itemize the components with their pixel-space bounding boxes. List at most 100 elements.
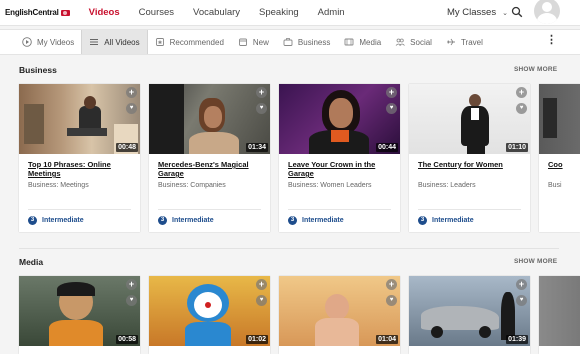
add-to-list-icon[interactable]: + <box>386 279 397 290</box>
video-category: Business: Leaders <box>418 182 476 189</box>
filter-label: Business <box>297 37 331 47</box>
video-card[interactable]: + ♥ 00:58 <box>19 276 140 354</box>
add-to-list-icon[interactable]: + <box>516 279 527 290</box>
list-icon <box>90 39 99 45</box>
add-to-list-icon[interactable]: + <box>516 87 527 98</box>
filter-label: Travel <box>460 37 483 47</box>
video-card[interactable]: + ♥ 00:48 Top 10 Phrases: Online Meeting… <box>19 84 140 232</box>
video-thumbnail[interactable]: + ♥ 01:04 <box>279 276 400 346</box>
add-to-list-icon[interactable]: + <box>386 87 397 98</box>
nav-admin[interactable]: Admin <box>318 7 345 18</box>
video-thumbnail[interactable]: + ♥ 01:10 <box>409 84 530 154</box>
filter-my-videos[interactable]: My Videos <box>15 30 81 54</box>
video-thumbnail[interactable]: + ♥ 01:34 <box>149 84 270 154</box>
level-label: Intermediate <box>302 217 344 224</box>
nav-courses[interactable]: Courses <box>139 7 174 18</box>
video-card[interactable]: + ♥ 01:10 The Century for Women Business… <box>409 84 530 232</box>
level-number: 3 <box>28 216 37 225</box>
add-to-list-icon[interactable]: + <box>126 279 137 290</box>
filter-label: Media <box>359 37 382 47</box>
nav-vocabulary[interactable]: Vocabulary <box>193 7 240 18</box>
video-thumbnail[interactable] <box>539 276 580 346</box>
level-indicator: 3 Intermediate <box>158 216 214 225</box>
people-icon <box>395 38 405 46</box>
filter-label: All Videos <box>104 37 140 47</box>
user-avatar[interactable] <box>534 0 560 24</box>
level-label: Intermediate <box>42 217 84 224</box>
video-thumbnail[interactable]: + ♥ 01:02 <box>149 276 270 346</box>
nav-speaking[interactable]: Speaking <box>259 7 299 18</box>
card-divider <box>418 209 521 210</box>
card-divider <box>158 209 261 210</box>
video-card[interactable]: + ♥ 01:02 <box>149 276 270 354</box>
logo[interactable]: EnglishCentral <box>5 8 70 17</box>
card-divider <box>288 209 391 210</box>
recommended-icon <box>155 38 164 46</box>
section-title-media: Media <box>19 257 44 267</box>
filter-label: Recommended <box>169 37 224 47</box>
media-icon <box>344 38 354 46</box>
level-label: Intermediate <box>172 217 214 224</box>
heart-icon[interactable]: ♥ <box>516 103 527 114</box>
filter-media[interactable]: Media <box>337 30 388 54</box>
duration-badge: 01:39 <box>506 335 528 344</box>
video-title-link[interactable]: Top 10 Phrases: Online Meetings <box>28 160 131 178</box>
add-to-list-icon[interactable]: + <box>256 279 267 290</box>
video-card[interactable]: + ♥ 01:04 <box>279 276 400 354</box>
video-thumbnail[interactable]: + ♥ 00:48 <box>19 84 140 154</box>
heart-icon[interactable]: ♥ <box>256 103 267 114</box>
category-filter-bar: My Videos All Videos Recommended New Bus… <box>0 29 580 55</box>
filter-travel[interactable]: Travel <box>439 30 490 54</box>
filter-recommended[interactable]: Recommended <box>148 30 231 54</box>
video-card[interactable]: + ♥ 00:44 Leave Your Crown in the Garage… <box>279 84 400 232</box>
more-options-icon[interactable]: ⋮ <box>546 34 557 46</box>
filter-business[interactable]: Business <box>276 30 337 54</box>
level-number: 3 <box>158 216 167 225</box>
show-more-media-link[interactable]: SHOW MORE <box>514 258 557 265</box>
duration-badge: 00:44 <box>376 143 398 152</box>
calendar-icon <box>238 38 247 46</box>
video-thumbnail[interactable] <box>539 84 580 154</box>
duration-badge: 00:58 <box>116 335 138 344</box>
video-title-link[interactable]: Coo <box>548 160 571 178</box>
video-card[interactable]: Coo Busi <box>539 84 580 232</box>
video-category: Business: Companies <box>158 182 226 189</box>
video-title-link[interactable]: Mercedes-Benz's Magical Garage <box>158 160 261 178</box>
section-title-business: Business <box>19 65 57 75</box>
level-number: 3 <box>288 216 297 225</box>
heart-icon[interactable]: ♥ <box>386 103 397 114</box>
add-to-list-icon[interactable]: + <box>126 87 137 98</box>
duration-badge: 00:48 <box>116 143 138 152</box>
video-thumbnail[interactable]: + ♥ 00:44 <box>279 84 400 154</box>
search-icon[interactable] <box>511 6 523 18</box>
heart-icon[interactable]: ♥ <box>126 103 137 114</box>
filter-social[interactable]: Social <box>388 30 439 54</box>
logo-mark-icon <box>60 9 70 16</box>
video-card[interactable] <box>539 276 580 354</box>
card-divider <box>28 209 131 210</box>
briefcase-icon <box>283 38 293 46</box>
heart-icon[interactable]: ♥ <box>386 295 397 306</box>
add-to-list-icon[interactable]: + <box>256 87 267 98</box>
level-indicator: 3 Intermediate <box>288 216 344 225</box>
heart-icon[interactable]: ♥ <box>126 295 137 306</box>
duration-badge: 01:04 <box>376 335 398 344</box>
video-title-link[interactable]: Leave Your Crown in the Garage <box>288 160 391 178</box>
filter-all-videos[interactable]: All Videos <box>81 30 148 54</box>
video-thumbnail[interactable]: + ♥ 00:58 <box>19 276 140 346</box>
filter-new[interactable]: New <box>231 30 276 54</box>
my-classes-dropdown[interactable]: My Classes ⌄ <box>447 7 508 18</box>
nav-videos[interactable]: Videos <box>89 7 120 18</box>
logo-text: EnglishCentral <box>5 8 59 17</box>
video-thumbnail[interactable]: + ♥ 01:39 <box>409 276 530 346</box>
airplane-icon <box>446 38 455 46</box>
heart-icon[interactable]: ♥ <box>256 295 267 306</box>
heart-icon[interactable]: ♥ <box>516 295 527 306</box>
show-more-business-link[interactable]: SHOW MORE <box>514 66 557 73</box>
filter-label: New <box>252 37 269 47</box>
level-indicator: 3 Intermediate <box>28 216 84 225</box>
video-card[interactable]: + ♥ 01:34 Mercedes-Benz's Magical Garage… <box>149 84 270 232</box>
video-title-link[interactable]: The Century for Women <box>418 160 521 178</box>
video-card[interactable]: + ♥ 01:39 <box>409 276 530 354</box>
filter-label: Social <box>410 37 432 47</box>
